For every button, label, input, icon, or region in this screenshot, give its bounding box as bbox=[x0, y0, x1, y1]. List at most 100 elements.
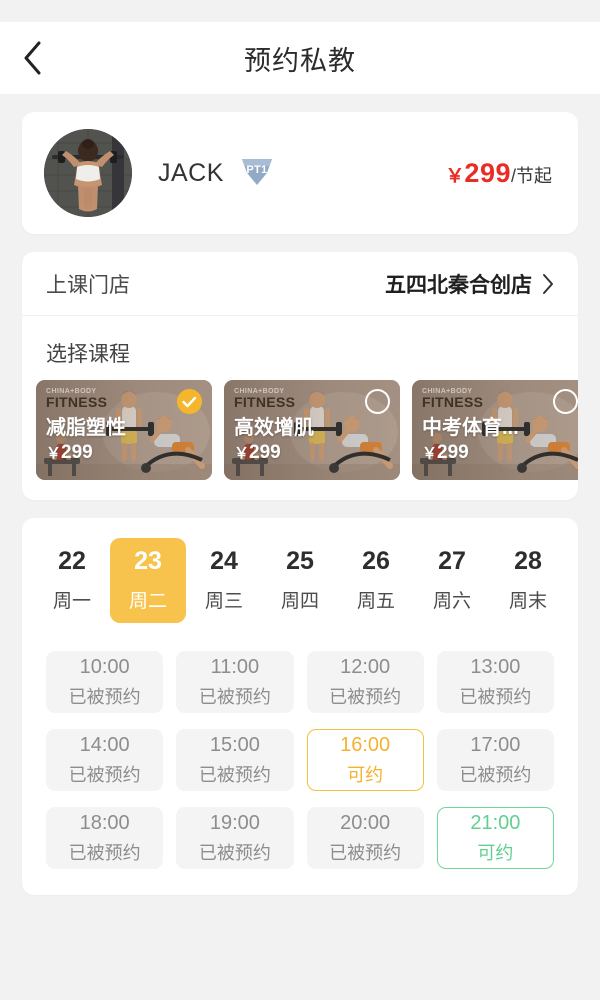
date-number: 25 bbox=[286, 547, 314, 575]
price-currency: ￥ bbox=[445, 165, 465, 187]
date-number: 24 bbox=[210, 547, 238, 575]
radio-circle-icon[interactable] bbox=[553, 389, 578, 414]
course-text: 高效增肌 ￥299 bbox=[234, 411, 366, 464]
date-cell-27[interactable]: 27 周六 bbox=[414, 538, 490, 623]
slot-time: 12:00 bbox=[340, 655, 391, 678]
time-slot[interactable]: 14:00 已被预约 bbox=[46, 729, 164, 791]
course-price-currency: ￥ bbox=[46, 445, 62, 462]
date-number: 22 bbox=[58, 547, 86, 575]
slot-time: 19:00 bbox=[209, 811, 260, 834]
slot-status: 已被预约 bbox=[198, 842, 271, 863]
trainer-price: ￥ 299 /节起 bbox=[445, 158, 552, 189]
course-brand-logo: CHINA+BODY FITNESS bbox=[422, 388, 483, 410]
avatar bbox=[44, 129, 132, 217]
pt-level-label: PT1 bbox=[246, 164, 268, 176]
time-slot[interactable]: 20:00 已被预约 bbox=[306, 807, 424, 869]
course-list[interactable]: CHINA+BODY FITNESS 减脂塑性 ￥299 CHINA+BODY … bbox=[22, 380, 578, 500]
course-brand-main: FITNESS bbox=[46, 394, 108, 411]
course-card[interactable]: CHINA+BODY FITNESS 中考体育... ￥299 bbox=[412, 380, 578, 480]
time-slot-grid[interactable]: 10:00 已被预约 11:00 已被预约 12:00 已被预约 13:00 已… bbox=[22, 623, 578, 869]
course-price-amount: 299 bbox=[61, 442, 93, 463]
course-card[interactable]: CHINA+BODY FITNESS 高效增肌 ￥299 bbox=[224, 380, 400, 480]
date-number: 23 bbox=[134, 547, 162, 575]
course-name: 高效增肌 bbox=[234, 417, 314, 439]
pt-level-badge: PT1 bbox=[238, 155, 276, 191]
time-slot[interactable]: 13:00 已被预约 bbox=[436, 651, 554, 713]
time-slot[interactable]: 17:00 已被预约 bbox=[436, 729, 554, 791]
slot-time: 11:00 bbox=[210, 655, 260, 678]
course-text: 中考体育... ￥299 bbox=[422, 411, 554, 464]
date-cell-28[interactable]: 28 周末 bbox=[490, 538, 566, 623]
date-number: 26 bbox=[362, 547, 390, 575]
slot-time: 21:00 bbox=[470, 811, 521, 834]
date-strip[interactable]: 22 周一 23 周二 24 周三 25 周四 26 周五 27 周六 28 周… bbox=[22, 538, 578, 623]
slot-status: 已被预约 bbox=[329, 842, 402, 863]
time-slot[interactable]: 11:00 已被预约 bbox=[176, 651, 294, 713]
course-brand-main: FITNESS bbox=[234, 394, 296, 411]
price-unit: /节起 bbox=[510, 165, 552, 186]
slot-time: 16:00 bbox=[340, 733, 391, 756]
course-card[interactable]: CHINA+BODY FITNESS 减脂塑性 ￥299 bbox=[36, 380, 212, 480]
time-slot-selected[interactable]: 16:00 可约 bbox=[306, 729, 424, 791]
slot-status: 已被预约 bbox=[198, 764, 271, 785]
slot-status: 已被预约 bbox=[329, 686, 402, 707]
slot-time: 20:00 bbox=[340, 811, 391, 834]
store-value-wrap[interactable]: 五四北秦合创店 bbox=[385, 269, 554, 299]
trainer-name: JACK bbox=[158, 158, 224, 187]
status-bar-spacer bbox=[0, 0, 600, 22]
trainer-avatar-photo bbox=[44, 129, 132, 217]
slot-status: 已被预约 bbox=[68, 842, 141, 863]
date-cell-25[interactable]: 25 周四 bbox=[262, 538, 338, 623]
page-header: 预约私教 bbox=[0, 22, 600, 94]
date-number: 27 bbox=[438, 547, 466, 575]
date-cell-26[interactable]: 26 周五 bbox=[338, 538, 414, 623]
date-weekday: 周五 bbox=[356, 591, 395, 612]
course-price-currency: ￥ bbox=[234, 445, 250, 462]
time-slot[interactable]: 15:00 已被预约 bbox=[176, 729, 294, 791]
back-button[interactable] bbox=[0, 22, 64, 94]
date-weekday: 周一 bbox=[52, 591, 91, 612]
date-weekday: 周六 bbox=[432, 591, 471, 612]
chevron-left-icon bbox=[22, 41, 42, 75]
date-weekday: 周三 bbox=[204, 591, 243, 612]
course-brand-main: FITNESS bbox=[422, 394, 484, 411]
slot-status: 可约 bbox=[347, 764, 384, 785]
store-value: 五四北秦合创店 bbox=[385, 273, 532, 297]
store-row[interactable]: 上课门店 五四北秦合创店 bbox=[22, 252, 578, 316]
course-name: 中考体育... bbox=[422, 417, 519, 439]
slot-status: 已被预约 bbox=[198, 686, 271, 707]
slot-time: 18:00 bbox=[79, 811, 130, 834]
schedule-card: 22 周一 23 周二 24 周三 25 周四 26 周五 27 周六 28 周… bbox=[22, 518, 578, 895]
chevron-right-icon bbox=[542, 273, 554, 295]
trainer-card[interactable]: JACK PT1 ￥ 299 /节起 bbox=[22, 112, 578, 234]
course-brand-logo: CHINA+BODY FITNESS bbox=[46, 388, 107, 410]
date-number: 28 bbox=[514, 547, 542, 575]
slot-status: 可约 bbox=[477, 842, 514, 863]
time-slot[interactable]: 12:00 已被预约 bbox=[306, 651, 424, 713]
course-price: ￥299 bbox=[46, 442, 178, 464]
time-slot[interactable]: 18:00 已被预约 bbox=[46, 807, 164, 869]
check-circle-icon[interactable] bbox=[177, 389, 202, 414]
slot-time: 15:00 bbox=[209, 733, 260, 756]
course-price-currency: ￥ bbox=[422, 445, 438, 462]
slot-status: 已被预约 bbox=[68, 764, 141, 785]
date-weekday: 周二 bbox=[128, 591, 167, 612]
time-slot[interactable]: 10:00 已被预约 bbox=[46, 651, 164, 713]
course-selection-card: 上课门店 五四北秦合创店 选择课程 CHINA+BODY FITNESS 减脂塑… bbox=[22, 252, 578, 500]
slot-time: 17:00 bbox=[470, 733, 521, 756]
slot-status: 已被预约 bbox=[459, 686, 532, 707]
course-price-amount: 299 bbox=[249, 442, 281, 463]
date-cell-22[interactable]: 22 周一 bbox=[34, 538, 110, 623]
course-price: ￥299 bbox=[234, 442, 366, 464]
page-title: 预约私教 bbox=[244, 45, 356, 76]
time-slot-available[interactable]: 21:00 可约 bbox=[436, 807, 554, 869]
course-brand-logo: CHINA+BODY FITNESS bbox=[234, 388, 295, 410]
radio-circle-icon[interactable] bbox=[365, 389, 390, 414]
date-cell-24[interactable]: 24 周三 bbox=[186, 538, 262, 623]
time-slot[interactable]: 19:00 已被预约 bbox=[176, 807, 294, 869]
date-cell-23[interactable]: 23 周二 bbox=[110, 538, 186, 623]
courses-section-title: 选择课程 bbox=[46, 343, 130, 366]
slot-status: 已被预约 bbox=[68, 686, 141, 707]
store-label: 上课门店 bbox=[46, 273, 130, 297]
slot-time: 13:00 bbox=[470, 655, 521, 678]
